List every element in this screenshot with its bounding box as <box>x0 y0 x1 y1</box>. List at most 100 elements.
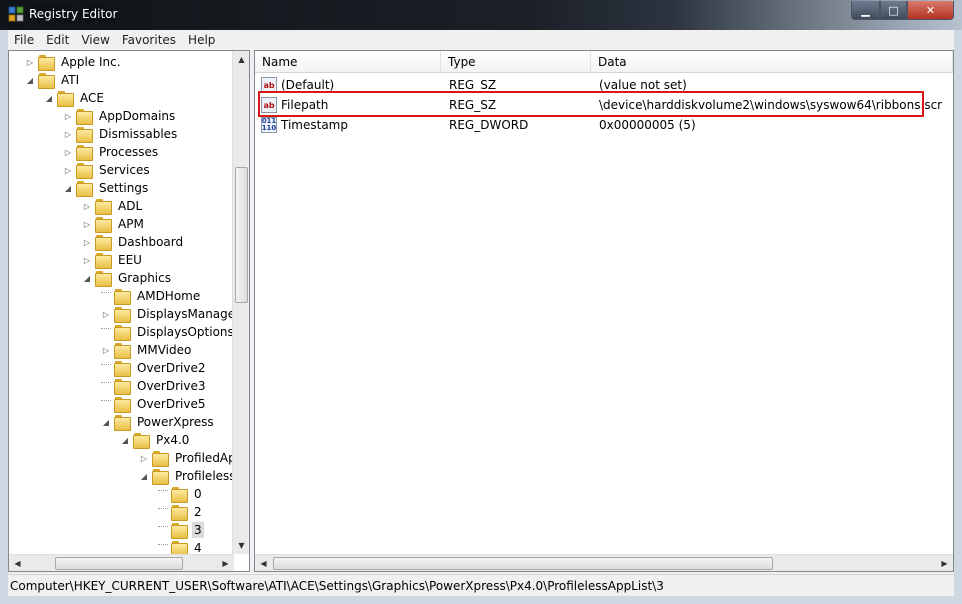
maximize-icon: □ <box>888 3 899 17</box>
tree-node[interactable]: ◢ ProfilelessA <box>139 467 246 485</box>
collapsed-arrow-icon[interactable]: ▷ <box>101 345 111 355</box>
tree-node[interactable]: ▷ Apple Inc. <box>25 53 123 71</box>
folder-icon <box>95 217 112 233</box>
value-row[interactable]: 011 110 Timestamp REG_DWORD 0x00000005 (5) <box>255 115 953 135</box>
tree-node[interactable]: ◢ ACE <box>44 89 106 107</box>
tree-node[interactable]: OverDrive2 <box>101 359 208 377</box>
tree-node-label: 2 <box>194 505 202 519</box>
collapsed-arrow-icon[interactable]: ▷ <box>63 147 73 157</box>
menu-view[interactable]: View <box>75 33 115 47</box>
minimize-button[interactable]: ▁ <box>851 1 880 20</box>
tree-node-label: AMDHome <box>137 289 201 303</box>
tree-node[interactable]: ▷ AppDomains <box>63 107 177 125</box>
tree-node[interactable]: ▷ EEU <box>82 251 144 269</box>
scroll-up-arrow-icon[interactable]: ▲ <box>233 51 249 68</box>
tree-node[interactable]: 0 <box>158 485 204 503</box>
menu-edit[interactable]: Edit <box>40 33 75 47</box>
close-icon: ✕ <box>925 3 936 17</box>
scroll-right-arrow-icon[interactable]: ▶ <box>217 555 234 571</box>
tree-node[interactable]: 2 <box>158 503 204 521</box>
expanded-arrow-icon[interactable]: ◢ <box>101 417 111 427</box>
tree-node[interactable]: 3 <box>158 521 204 539</box>
tree-node-label: Dashboard <box>118 235 184 249</box>
tree-node-label: ATI <box>61 73 80 87</box>
column-header-data[interactable]: Data <box>591 51 953 73</box>
tree-node[interactable]: ◢ Settings <box>63 179 150 197</box>
tree-node-label: AppDomains <box>99 109 176 123</box>
expanded-arrow-icon[interactable]: ◢ <box>139 471 149 481</box>
folder-icon <box>114 397 131 413</box>
values-horizontal-scrollbar[interactable]: ◀ ▶ <box>255 554 953 571</box>
tree-node[interactable]: OverDrive5 <box>101 395 208 413</box>
scroll-left-arrow-icon[interactable]: ◀ <box>9 555 26 571</box>
tree-node[interactable]: ▷ ProfiledApp <box>139 449 245 467</box>
collapsed-arrow-icon[interactable]: ▷ <box>63 111 73 121</box>
column-header-type[interactable]: Type <box>441 51 591 73</box>
value-type: REG_DWORD <box>449 118 529 132</box>
expanded-arrow-icon[interactable]: ◢ <box>82 273 92 283</box>
folder-icon <box>76 181 93 197</box>
value-name: Timestamp <box>281 118 348 132</box>
expanded-arrow-icon[interactable]: ◢ <box>25 75 35 85</box>
maximize-button[interactable]: □ <box>880 1 907 20</box>
tree-vertical-scroll-thumb[interactable] <box>235 167 248 303</box>
tree-node[interactable]: ▷ DisplaysManager <box>101 305 242 323</box>
tree-node-label: DisplaysManager <box>137 307 241 321</box>
tree-node-label: ADL <box>118 199 143 213</box>
tree-node[interactable]: DisplaysOptions <box>101 323 236 341</box>
close-button[interactable]: ✕ <box>907 1 954 20</box>
tree-node[interactable]: ▷ APM <box>82 215 146 233</box>
scroll-left-arrow-icon[interactable]: ◀ <box>255 555 272 571</box>
tree-node[interactable]: ◢ Graphics <box>82 269 173 287</box>
column-header-name[interactable]: Name <box>255 51 441 73</box>
collapsed-arrow-icon[interactable]: ▷ <box>63 129 73 139</box>
collapsed-arrow-icon[interactable]: ▷ <box>101 309 111 319</box>
folder-icon <box>57 91 74 107</box>
expanded-arrow-icon[interactable]: ◢ <box>63 183 73 193</box>
collapsed-arrow-icon[interactable]: ▷ <box>82 201 92 211</box>
tree-node[interactable]: ▷ MMVideo <box>101 341 193 359</box>
expanded-arrow-icon[interactable]: ◢ <box>44 93 54 103</box>
collapsed-arrow-icon[interactable]: ▷ <box>25 57 35 67</box>
tree-line-spacer <box>101 377 111 383</box>
key-tree[interactable]: ▷ Apple Inc. ◢ ATI ◢ ACE ▷ AppDomains ▷ Dismissab… <box>8 50 250 572</box>
tree-node[interactable]: AMDHome <box>101 287 202 305</box>
window-title: Registry Editor <box>29 7 118 21</box>
tree-node[interactable]: ▷ Services <box>63 161 152 179</box>
tree-vertical-scrollbar[interactable]: ▲ ▼ <box>232 51 249 554</box>
menu-favorites[interactable]: Favorites <box>116 33 182 47</box>
values-list[interactable]: Name Type Data ab (Default) REG_SZ (value n… <box>254 50 954 572</box>
client-area: ▷ Apple Inc. ◢ ATI ◢ ACE ▷ AppDomains ▷ Dismissab… <box>8 50 954 596</box>
registry-editor-window: Registry Editor ▁ □ ✕ File Edit View Fav… <box>0 0 962 604</box>
tree-horizontal-scroll-thumb[interactable] <box>55 557 183 570</box>
collapsed-arrow-icon[interactable]: ▷ <box>82 237 92 247</box>
collapsed-arrow-icon[interactable]: ▷ <box>139 453 149 463</box>
collapsed-arrow-icon[interactable]: ▷ <box>82 219 92 229</box>
folder-icon <box>114 361 131 377</box>
title-bar[interactable]: Registry Editor ▁ □ ✕ <box>0 0 962 30</box>
tree-horizontal-scrollbar[interactable]: ◀ ▶ <box>9 554 234 571</box>
status-bar: Computer\HKEY_CURRENT_USER\Software\ATI\… <box>8 574 954 596</box>
tree-node[interactable]: ▷ Dismissables <box>63 125 179 143</box>
folder-icon <box>114 289 131 305</box>
tree-node[interactable]: OverDrive3 <box>101 377 208 395</box>
binary-value-icon: 011 110 <box>261 117 277 133</box>
menu-help[interactable]: Help <box>182 33 221 47</box>
collapsed-arrow-icon[interactable]: ▷ <box>63 165 73 175</box>
tree-node[interactable]: ▷ ADL <box>82 197 144 215</box>
collapsed-arrow-icon[interactable]: ▷ <box>82 255 92 265</box>
scroll-down-arrow-icon[interactable]: ▼ <box>233 537 249 554</box>
menu-file[interactable]: File <box>8 33 40 47</box>
values-horizontal-scroll-thumb[interactable] <box>273 557 773 570</box>
tree-node[interactable]: ◢ ATI <box>25 71 81 89</box>
tree-node[interactable]: ◢ Px4.0 <box>120 431 191 449</box>
tree-node[interactable]: ▷ Processes <box>63 143 160 161</box>
minimize-icon: ▁ <box>861 3 870 17</box>
expanded-arrow-icon[interactable]: ◢ <box>120 435 130 445</box>
tree-node[interactable]: ▷ Dashboard <box>82 233 185 251</box>
tree-line-spacer <box>158 539 168 545</box>
value-data: 0x00000005 (5) <box>599 118 696 132</box>
scroll-right-arrow-icon[interactable]: ▶ <box>936 555 953 571</box>
tree-line-spacer <box>158 503 168 509</box>
tree-node[interactable]: ◢ PowerXpress <box>101 413 216 431</box>
